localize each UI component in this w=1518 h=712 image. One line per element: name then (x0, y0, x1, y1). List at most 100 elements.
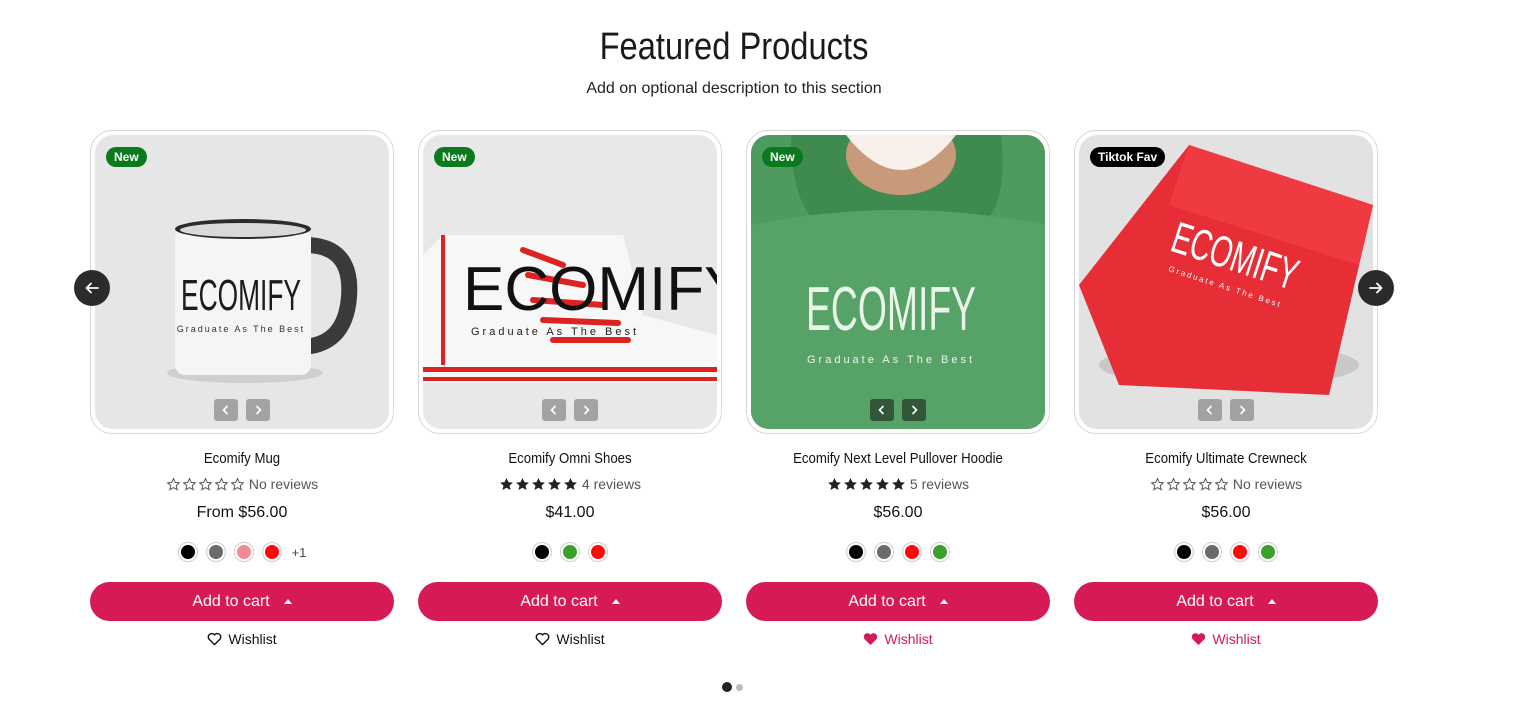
chevron-right-icon (911, 405, 918, 415)
caret-up-icon (939, 599, 948, 604)
rating-stars (1150, 476, 1229, 492)
star-filled-icon (828, 477, 841, 490)
star-filled-icon (844, 477, 857, 490)
chevron-left-icon (222, 405, 229, 415)
image-next-button[interactable] (574, 399, 598, 421)
svg-text:Graduate As The Best: Graduate As The Best (471, 326, 639, 338)
wishlist-button[interactable]: Wishlist (1074, 631, 1378, 647)
svg-text:ECOMIFY: ECOMIFY (806, 275, 976, 344)
star-empty-icon (198, 476, 213, 491)
more-colors[interactable]: +1 (292, 545, 307, 560)
color-swatch[interactable] (1202, 542, 1222, 562)
product-price: $56.00 (1201, 504, 1251, 521)
add-to-cart-label: Add to cart (520, 592, 598, 610)
star-filled-icon (532, 477, 545, 490)
chevron-left-icon (1206, 405, 1213, 415)
heart-icon (535, 632, 550, 646)
product-name[interactable]: Ecomify Next Level Pullover Hoodie (764, 450, 1032, 467)
star-empty-icon (1150, 476, 1165, 491)
product-name[interactable]: Ecomify Ultimate Crewneck (1092, 450, 1360, 467)
product-rating: No reviews (1074, 476, 1378, 492)
product-image-frame[interactable]: ECOMIFY Graduate As The Best New (90, 130, 394, 434)
add-to-cart-label: Add to cart (848, 592, 926, 610)
star-filled-icon (860, 477, 873, 490)
color-swatch[interactable] (261, 542, 282, 562)
product-badge: Tiktok Fav (1090, 147, 1166, 167)
image-prev-button[interactable] (1198, 399, 1222, 421)
carousel-pagination (722, 682, 743, 692)
product-image-container: ECOMIFY Graduate As The Best New (751, 135, 1045, 429)
add-to-cart-button[interactable]: Add to cart (746, 582, 1050, 621)
color-swatch[interactable] (930, 542, 950, 562)
image-prev-button[interactable] (542, 399, 566, 421)
star-filled-icon (564, 477, 577, 490)
product-price: $56.00 (873, 504, 923, 521)
svg-text:ECOMIFY: ECOMIFY (181, 271, 301, 320)
add-to-cart-button[interactable]: Add to cart (1074, 582, 1378, 621)
star-empty-icon (1166, 476, 1181, 491)
product-image-container: ECOMIFY Graduate As The Best New (423, 135, 717, 429)
heart-icon (207, 632, 222, 646)
star-empty-icon (214, 476, 229, 491)
color-swatch[interactable] (205, 542, 226, 562)
add-to-cart-button[interactable]: Add to cart (418, 582, 722, 621)
star-filled-icon (516, 477, 529, 490)
star-filled-icon (876, 477, 889, 490)
add-to-cart-label: Add to cart (192, 592, 270, 610)
image-next-button[interactable] (902, 399, 926, 421)
review-count: 4 reviews (581, 476, 642, 492)
rating-stars (827, 477, 906, 492)
star-filled-icon (548, 477, 561, 490)
product-image-frame[interactable]: ECOMIFY Graduate As The Best New (418, 130, 722, 434)
product-image-frame[interactable]: ECOMIFY Graduate As The Best New (746, 130, 1050, 434)
product-image: ECOMIFY Graduate As The Best (751, 135, 1045, 429)
product-image: ECOMIFY Graduate As The Best (1079, 135, 1373, 429)
caret-up-icon (611, 599, 620, 604)
svg-text:Graduate As The Best: Graduate As The Best (177, 324, 305, 334)
color-swatch[interactable] (588, 542, 608, 562)
product-image-frame[interactable]: ECOMIFY Graduate As The Best Tiktok Fav (1074, 130, 1378, 434)
wishlist-button[interactable]: Wishlist (90, 631, 394, 647)
product-card: ECOMIFY Graduate As The Best New Ecomify… (418, 130, 722, 647)
color-swatch[interactable] (560, 542, 580, 562)
image-next-button[interactable] (246, 399, 270, 421)
color-swatch[interactable] (1258, 542, 1278, 562)
product-card: ECOMIFY Graduate As The Best New Ecomify… (90, 130, 394, 647)
image-next-button[interactable] (1230, 399, 1254, 421)
color-swatch[interactable] (846, 542, 866, 562)
product-image: ECOMIFY Graduate As The Best (423, 135, 717, 429)
color-swatches (746, 541, 1050, 563)
color-swatch[interactable] (233, 542, 254, 562)
pagination-dot[interactable] (736, 683, 743, 691)
star-filled-icon (500, 477, 513, 490)
product-badge: New (106, 147, 147, 167)
chevron-right-icon (1239, 405, 1246, 415)
product-name[interactable]: Ecomify Mug (108, 450, 376, 467)
product-image: ECOMIFY Graduate As The Best (95, 135, 389, 429)
carousel-prev-button[interactable] (74, 270, 110, 306)
svg-text:ECOMIFY: ECOMIFY (463, 255, 717, 324)
wishlist-button[interactable]: Wishlist (418, 631, 722, 647)
color-swatch[interactable] (532, 542, 552, 562)
image-prev-button[interactable] (214, 399, 238, 421)
color-swatch[interactable] (1174, 542, 1194, 562)
arrow-left-icon (85, 282, 99, 294)
wishlist-button[interactable]: Wishlist (746, 631, 1050, 647)
heart-icon (864, 633, 878, 645)
section-title: Featured Products (599, 26, 869, 68)
color-swatch[interactable] (1230, 542, 1250, 562)
star-empty-icon (230, 476, 245, 491)
color-swatch[interactable] (902, 542, 922, 562)
pagination-dot-active[interactable] (722, 682, 732, 692)
image-prev-button[interactable] (870, 399, 894, 421)
color-swatch[interactable] (874, 542, 894, 562)
product-name[interactable]: Ecomify Omni Shoes (436, 450, 704, 467)
arrow-right-icon (1369, 282, 1383, 294)
add-to-cart-button[interactable]: Add to cart (90, 582, 394, 621)
star-filled-icon (892, 477, 905, 490)
star-empty-icon (1198, 476, 1213, 491)
color-swatch[interactable] (177, 542, 198, 562)
carousel-next-button[interactable] (1358, 270, 1394, 306)
product-badge: New (434, 147, 475, 167)
review-count: No reviews (248, 476, 319, 492)
